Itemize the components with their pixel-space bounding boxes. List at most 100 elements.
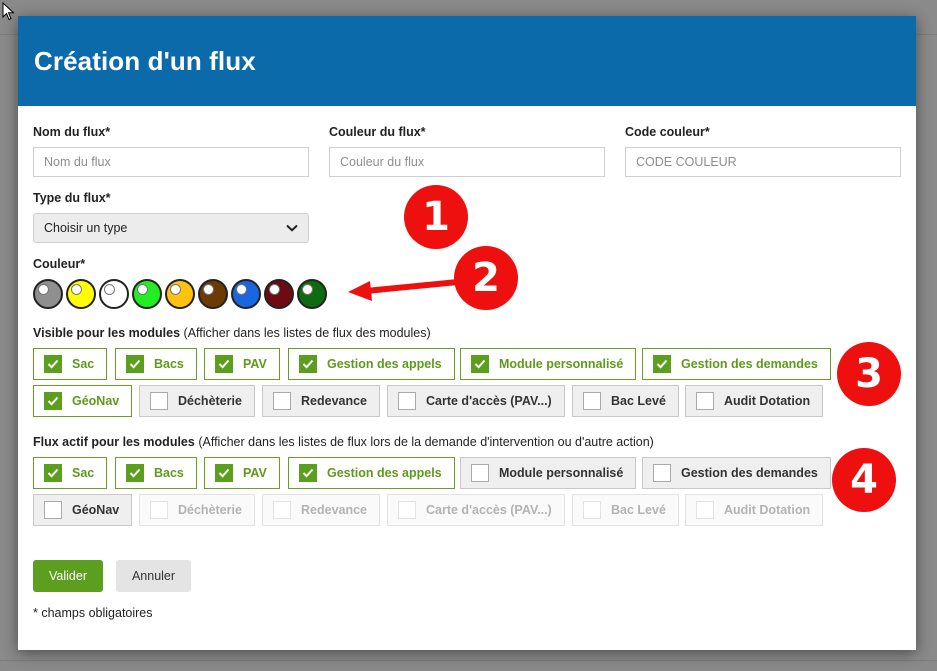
color-swatch[interactable]	[33, 279, 63, 309]
module-checkbox-label: GéoNav	[72, 394, 120, 408]
module-checkbox[interactable]: Gestion des appels	[288, 348, 455, 380]
module-checkbox-label: PAV	[243, 357, 267, 371]
checkmark-icon	[126, 355, 144, 373]
module-checkbox[interactable]: Bacs	[115, 457, 197, 489]
checkmark-icon	[653, 355, 671, 373]
color-swatch[interactable]	[231, 279, 261, 309]
color-swatch[interactable]	[99, 279, 129, 309]
name-label: Nom du flux*	[33, 125, 111, 139]
submit-button[interactable]: Valider	[33, 560, 103, 592]
backdrop-line	[0, 660, 937, 661]
swatch-highlight-icon	[170, 284, 181, 295]
module-checkbox[interactable]: Déchèterie	[139, 385, 255, 417]
color-swatch[interactable]	[198, 279, 228, 309]
annotation-badge-1: 1	[404, 185, 468, 249]
module-checkbox-label: Bac Levé	[611, 503, 666, 517]
module-checkbox-label: PAV	[243, 466, 267, 480]
module-checkbox[interactable]: Gestion des appels	[288, 457, 455, 489]
module-checkbox-label: Sac	[72, 357, 95, 371]
annotation-badge-2: 2	[454, 246, 518, 310]
name-input[interactable]	[33, 147, 309, 177]
checkbox-box	[583, 501, 601, 519]
swatch-highlight-icon	[71, 284, 82, 295]
checkbox-box	[150, 501, 168, 519]
module-checkbox[interactable]: Audit Dotation	[685, 385, 824, 417]
color-swatch[interactable]	[165, 279, 195, 309]
module-checkbox-label: GéoNav	[72, 503, 120, 517]
module-checkbox[interactable]: PAV	[204, 457, 280, 489]
module-checkbox-label: Bac Levé	[611, 394, 666, 408]
checkmark-icon	[126, 464, 144, 482]
module-checkbox[interactable]: PAV	[204, 348, 280, 380]
module-checkbox[interactable]: Gestion des demandes	[642, 348, 831, 380]
visible-modules-hint: (Afficher dans les listes de flux des mo…	[183, 326, 431, 340]
annotation-arrow-icon	[348, 279, 461, 301]
module-checkbox-label: Déchèterie	[178, 394, 242, 408]
checkbox-box	[696, 392, 714, 410]
module-checkbox[interactable]: Sac	[33, 348, 108, 380]
module-checkbox: Redevance	[262, 494, 381, 526]
modal-title: Création d'un flux	[34, 45, 256, 76]
module-checkbox-label: Audit Dotation	[724, 503, 811, 517]
checkmark-icon	[44, 392, 62, 410]
module-checkbox[interactable]: Carte d'accès (PAV...)	[387, 385, 565, 417]
swatch-highlight-icon	[236, 284, 247, 295]
color-swatch[interactable]	[132, 279, 162, 309]
module-checkbox: Déchèterie	[139, 494, 255, 526]
module-checkbox[interactable]: GéoNav	[33, 494, 133, 526]
module-checkbox-label: Gestion des appels	[327, 357, 442, 371]
modal-body: Nom du flux* Couleur du flux* Code coule…	[18, 106, 916, 650]
checkbox-box	[273, 501, 291, 519]
type-select[interactable]: Choisir un type	[33, 213, 309, 243]
module-checkbox-label: Audit Dotation	[724, 394, 811, 408]
cancel-button[interactable]: Annuler	[116, 560, 191, 592]
checkmark-icon	[299, 355, 317, 373]
module-checkbox[interactable]: Sac	[33, 457, 108, 489]
checkbox-box	[471, 464, 489, 482]
checkmark-icon	[215, 464, 233, 482]
swatch-highlight-icon	[104, 284, 115, 295]
module-checkbox-label: Déchèterie	[178, 503, 242, 517]
checkbox-box	[150, 392, 168, 410]
module-checkbox-label: Carte d'accès (PAV...)	[426, 394, 552, 408]
color-swatch[interactable]	[264, 279, 294, 309]
swatch-highlight-icon	[137, 284, 148, 295]
color-code-input[interactable]	[625, 147, 901, 177]
type-label: Type du flux*	[33, 191, 111, 205]
swatch-highlight-icon	[269, 284, 280, 295]
module-checkbox-label: Sac	[72, 466, 95, 480]
module-checkbox-label: Bacs	[154, 357, 184, 371]
checkmark-icon	[299, 464, 317, 482]
module-checkbox[interactable]: Redevance	[262, 385, 381, 417]
module-checkbox[interactable]: Module personnalisé	[460, 457, 637, 489]
module-checkbox-label: Module personnalisé	[499, 466, 624, 480]
create-flux-modal: Création d'un flux Nom du flux* Couleur …	[18, 16, 916, 650]
swatch-highlight-icon	[203, 284, 214, 295]
module-checkbox[interactable]: Bac Levé	[572, 385, 679, 417]
module-checkbox[interactable]: Bacs	[115, 348, 197, 380]
module-checkbox-label: Gestion des demandes	[681, 357, 818, 371]
visible-modules-title: Visible pour les modules	[33, 326, 181, 340]
required-fields-note: * champs obligatoires	[33, 606, 153, 620]
visible-modules-heading: Visible pour les modules (Afficher dans …	[33, 326, 431, 340]
module-checkbox[interactable]: Module personnalisé	[460, 348, 637, 380]
module-checkbox[interactable]: GéoNav	[33, 385, 133, 417]
color-swatch[interactable]	[66, 279, 96, 309]
checkbox-box	[44, 501, 62, 519]
modal-header: Création d'un flux	[18, 16, 916, 106]
active-modules-hint: (Afficher dans les listes de flux lors d…	[198, 435, 654, 449]
color-code-label: Code couleur*	[625, 125, 710, 139]
module-checkbox-label: Module personnalisé	[499, 357, 624, 371]
swatch-highlight-icon	[38, 284, 49, 295]
checkbox-box	[696, 501, 714, 519]
color-name-label: Couleur du flux*	[329, 125, 426, 139]
module-checkbox[interactable]: Gestion des demandes	[642, 457, 831, 489]
checkmark-icon	[44, 355, 62, 373]
checkmark-icon	[471, 355, 489, 373]
checkbox-box	[398, 501, 416, 519]
checkmark-icon	[215, 355, 233, 373]
module-checkbox: Carte d'accès (PAV...)	[387, 494, 565, 526]
color-name-input[interactable]	[329, 147, 605, 177]
color-swatch[interactable]	[297, 279, 327, 309]
checkmark-icon	[44, 464, 62, 482]
